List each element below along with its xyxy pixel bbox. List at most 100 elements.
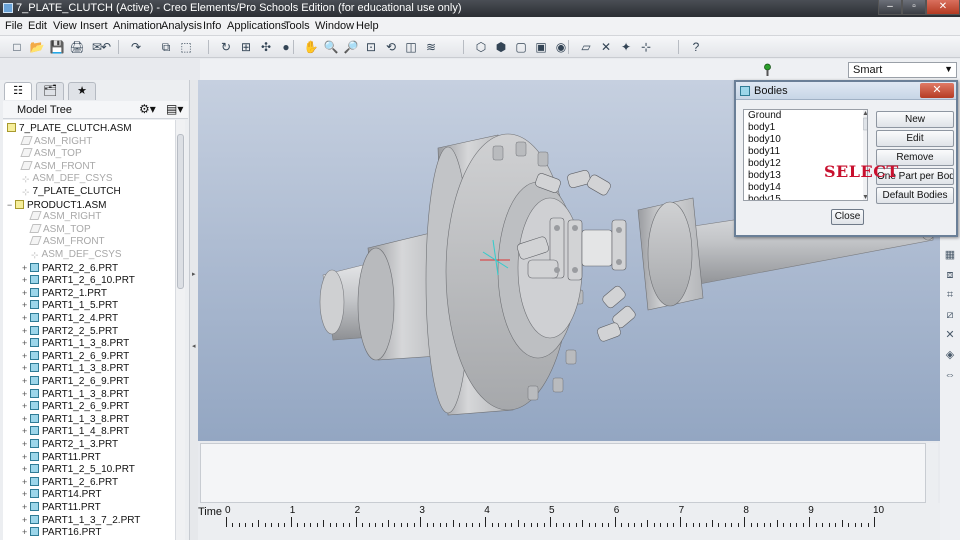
print-icon[interactable]: 🖨 xyxy=(69,39,85,55)
tree-item[interactable]: + PART1_2_6_10.PRT xyxy=(22,274,135,286)
datum-axes-icon[interactable]: ✕ xyxy=(598,39,614,55)
tree-item[interactable]: ⊹ 7_PLATE_CLUTCH xyxy=(22,186,121,198)
expand-toggle-icon[interactable]: + xyxy=(22,375,30,387)
hidden-line-icon[interactable]: ⬢ xyxy=(493,39,509,55)
tree-item[interactable]: + PART1_2_6_9.PRT xyxy=(22,350,129,362)
tree-scrollbar[interactable] xyxy=(175,120,185,540)
tree-item[interactable]: + PART1_2_6.PRT xyxy=(22,476,118,488)
new-body-button[interactable]: New xyxy=(876,111,954,128)
list-scrollbar[interactable] xyxy=(863,110,868,200)
open-icon[interactable]: 📂 xyxy=(29,39,45,55)
tree-item[interactable]: + PART1_1_5.PRT xyxy=(22,299,118,311)
tree-item[interactable]: + PART1_2_6_9.PRT xyxy=(22,400,129,412)
tree-item[interactable]: + PART2_2_6.PRT xyxy=(22,262,118,274)
expand-toggle-icon[interactable]: + xyxy=(22,400,30,412)
collapse-left-icon[interactable]: ◂ xyxy=(192,342,196,350)
datum-display-icon[interactable]: ⊞ xyxy=(238,39,254,55)
tree-item[interactable]: ASM_RIGHT xyxy=(20,135,92,148)
tree-item[interactable]: + PART2_2_5.PRT xyxy=(22,325,118,337)
expand-toggle-icon[interactable]: + xyxy=(22,501,30,513)
tree-item[interactable]: + PART1_2_4.PRT xyxy=(22,312,118,324)
redo-icon[interactable]: ↷ xyxy=(128,39,144,55)
expand-toggle-icon[interactable]: − xyxy=(7,199,15,211)
spin-center-icon[interactable]: ✣ xyxy=(258,39,274,55)
tree-item[interactable]: ASM_RIGHT xyxy=(29,211,101,223)
expand-toggle-icon[interactable]: + xyxy=(22,425,30,437)
expand-toggle-icon[interactable]: + xyxy=(22,350,30,362)
menu-item[interactable]: Animation xyxy=(113,20,162,32)
selection-filter-dropdown[interactable]: Smart ▼ xyxy=(848,62,957,78)
expand-toggle-icon[interactable]: + xyxy=(22,438,30,450)
menu-item[interactable]: Window xyxy=(315,20,354,32)
folder-browser-tab[interactable]: 🗂 xyxy=(36,82,64,100)
select-box-icon[interactable]: ⬚ xyxy=(178,39,194,55)
tree-item[interactable]: − PRODUCT1.ASM xyxy=(7,199,106,211)
menu-item[interactable]: Applications xyxy=(227,20,286,32)
pan-icon[interactable]: ✋ xyxy=(303,39,319,55)
expand-toggle-icon[interactable]: + xyxy=(22,274,30,286)
save-icon[interactable]: 💾 xyxy=(49,39,65,55)
scrollbar-thumb[interactable] xyxy=(177,134,184,289)
expand-toggle-icon[interactable]: + xyxy=(22,463,30,475)
expand-toggle-icon[interactable]: + xyxy=(22,514,30,526)
menu-item[interactable]: Edit xyxy=(28,20,47,32)
tree-item[interactable]: + PART11.PRT xyxy=(22,501,101,513)
close-dialog-button[interactable]: Close xyxy=(831,209,864,225)
assemble-icon[interactable]: ⧈ xyxy=(943,268,957,282)
shaded-icon[interactable]: ▣ xyxy=(533,39,549,55)
menu-item[interactable]: Help xyxy=(356,20,379,32)
maximize-button[interactable]: ▫ xyxy=(902,0,926,15)
drag-icon[interactable]: ✕ xyxy=(943,328,957,342)
edit-body-button[interactable]: Edit xyxy=(876,130,954,147)
menu-item[interactable]: Insert xyxy=(80,20,108,32)
tree-item[interactable]: + PART1_1_3_8.PRT xyxy=(22,388,129,400)
expand-toggle-icon[interactable]: + xyxy=(22,299,30,311)
message-scrollbar[interactable] xyxy=(926,443,938,503)
default-bodies-button[interactable]: Default Bodies xyxy=(876,187,954,204)
expand-toggle-icon[interactable]: + xyxy=(22,476,30,488)
constraint-icon[interactable]: ⌗ xyxy=(943,288,957,302)
tree-item[interactable]: ASM_FRONT xyxy=(20,160,96,173)
csys-icon[interactable]: ⊹ xyxy=(638,39,654,55)
minimize-button[interactable]: – xyxy=(878,0,902,15)
expand-toggle-icon[interactable]: + xyxy=(22,312,30,324)
tree-item[interactable]: ASM_TOP xyxy=(20,148,82,160)
close-window-button[interactable]: ✕ xyxy=(926,0,960,15)
expand-toggle-icon[interactable]: + xyxy=(22,362,30,374)
regenerate-icon[interactable]: ↻ xyxy=(218,39,234,55)
body-list-item[interactable]: body1 xyxy=(744,122,867,134)
measure-icon[interactable]: ⧄ xyxy=(943,308,957,322)
expand-toggle-icon[interactable]: + xyxy=(22,451,30,463)
tree-item[interactable]: + PART1_1_3_8.PRT xyxy=(22,337,129,349)
datum-planes-icon[interactable]: ▱ xyxy=(578,39,594,55)
tree-item[interactable]: + PART2_1_3.PRT xyxy=(22,438,118,450)
zoom-in-icon[interactable]: 🔍 xyxy=(323,39,339,55)
body-list-item[interactable]: body11 xyxy=(744,146,867,158)
expand-toggle-icon[interactable]: + xyxy=(22,413,30,425)
tree-item[interactable]: + PART1_1_3_8.PRT xyxy=(22,362,129,374)
expand-toggle-icon[interactable]: + xyxy=(22,262,30,274)
tree-item[interactable]: ⊹ ASM_DEF_CSYS xyxy=(31,249,122,261)
menu-item[interactable]: Info xyxy=(203,20,221,32)
shading-icon[interactable]: ● xyxy=(278,39,294,55)
datum-points-icon[interactable]: ✦ xyxy=(618,39,634,55)
tree-settings-icon[interactable]: ⚙▾ xyxy=(139,102,156,116)
tree-item[interactable]: + PART1_1_3_7_2.PRT xyxy=(22,514,140,526)
tree-item[interactable]: + PART1_2_6_9.PRT xyxy=(22,375,129,387)
menu-item[interactable]: Tools xyxy=(284,20,310,32)
body-list-item[interactable]: body15 xyxy=(744,194,867,200)
menu-item[interactable]: View xyxy=(53,20,77,32)
tree-item[interactable]: + PART1_1_4_8.PRT xyxy=(22,425,129,437)
layers-icon[interactable]: ≋ xyxy=(423,39,439,55)
tree-item[interactable]: + PART11.PRT xyxy=(22,451,101,463)
panel-splitter[interactable]: ▸ ◂ xyxy=(190,80,198,540)
new-icon[interactable]: □ xyxy=(9,39,25,55)
menu-item[interactable]: File xyxy=(5,20,23,32)
tree-item[interactable]: + PART2_1.PRT xyxy=(22,287,107,299)
expand-toggle-icon[interactable]: + xyxy=(22,337,30,349)
tree-item[interactable]: ASM_FRONT xyxy=(29,236,105,248)
expand-toggle-icon[interactable]: + xyxy=(22,325,30,337)
body-list-item[interactable]: body14 xyxy=(744,182,867,194)
body-list-item[interactable]: body10 xyxy=(744,134,867,146)
menu-item[interactable]: Analysis xyxy=(161,20,202,32)
